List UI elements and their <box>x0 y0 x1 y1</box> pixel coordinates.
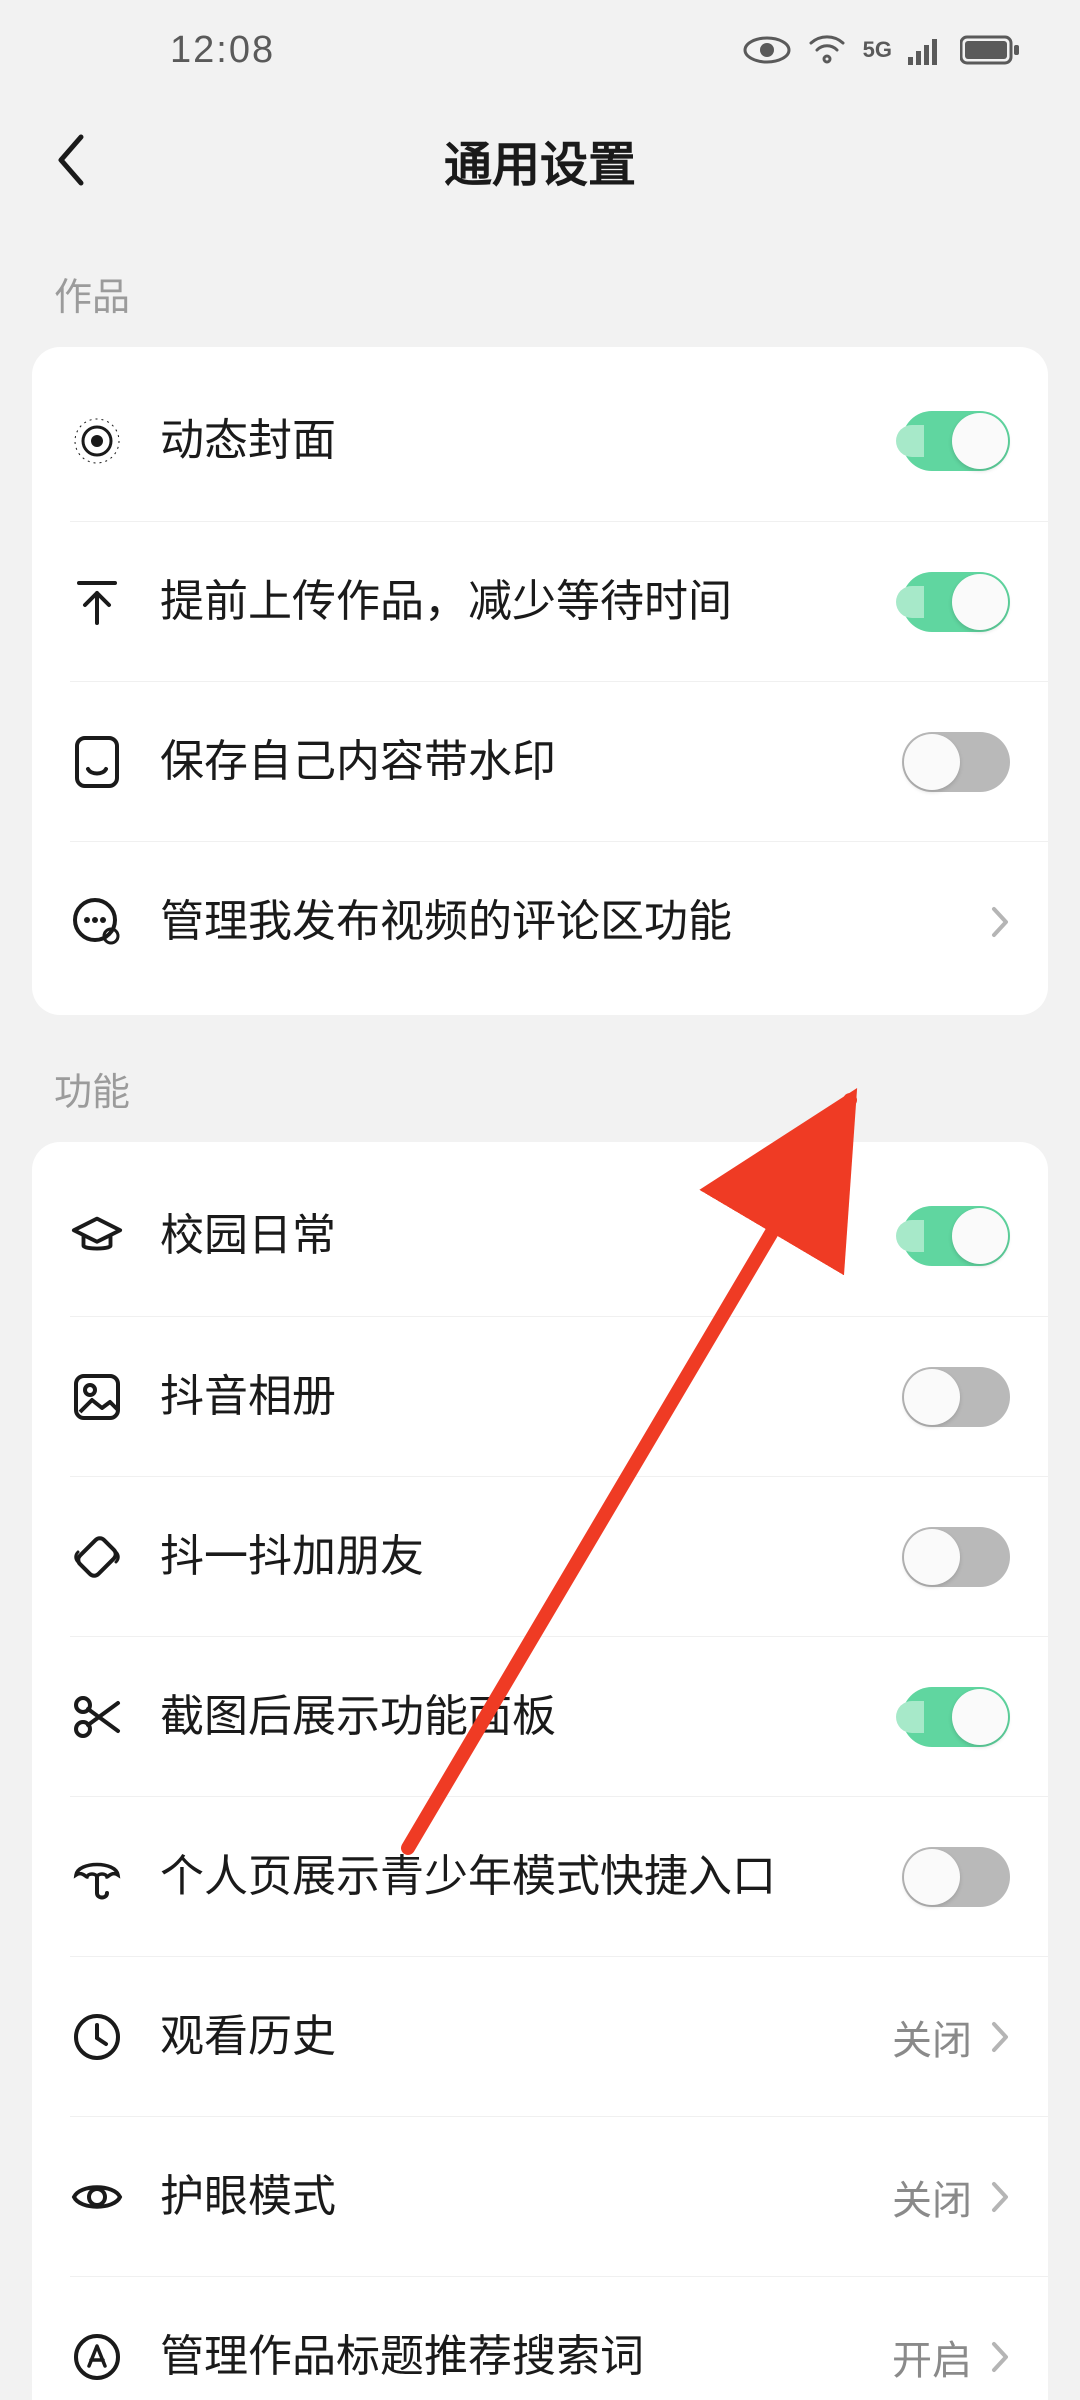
row-label: 管理作品标题推荐搜索词 <box>160 2328 892 2385</box>
row-label: 管理我发布视频的评论区功能 <box>160 893 990 950</box>
status-bar: 12:08 5G <box>0 0 1080 100</box>
eye-status-icon <box>743 35 791 65</box>
row-campus[interactable]: 校园日常 <box>70 1156 1048 1316</box>
umbrella-icon <box>70 1850 124 1904</box>
back-button[interactable] <box>30 120 110 200</box>
toggle-dynamic-cover[interactable] <box>902 411 1010 471</box>
battery-icon <box>960 35 1020 65</box>
row-label: 抖音相册 <box>160 1368 902 1425</box>
page-header: 通用设置 <box>0 100 1080 220</box>
row-label: 护眼模式 <box>160 2168 892 2225</box>
upload-icon <box>70 575 124 629</box>
chevron-right-icon <box>990 2020 1010 2054</box>
toggle-shake[interactable] <box>902 1527 1010 1587</box>
wifi-icon <box>807 34 847 66</box>
row-shake[interactable]: 抖一抖加朋友 <box>70 1476 1048 1636</box>
chevron-right-icon <box>990 2340 1010 2374</box>
image-icon <box>70 1370 124 1424</box>
row-value: 关闭 <box>892 2008 972 2066</box>
target-icon <box>70 414 124 468</box>
row-value: 关闭 <box>892 2168 972 2226</box>
row-dynamic-cover[interactable]: 动态封面 <box>70 361 1048 521</box>
eye-icon <box>70 2170 124 2224</box>
row-eye-care[interactable]: 护眼模式 关闭 <box>70 2116 1048 2276</box>
toggle-teen-entry[interactable] <box>902 1847 1010 1907</box>
shake-icon <box>70 1530 124 1584</box>
status-time: 12:08 <box>170 29 275 72</box>
toggle-album[interactable] <box>902 1367 1010 1427</box>
row-label: 截图后展示功能面板 <box>160 1688 902 1745</box>
row-comments-mgmt[interactable]: 管理我发布视频的评论区功能 <box>70 841 1048 1001</box>
chevron-right-icon <box>990 2180 1010 2214</box>
row-label: 个人页展示青少年模式快捷入口 <box>160 1848 902 1905</box>
clock-icon <box>70 2010 124 2064</box>
row-screenshot[interactable]: 截图后展示功能面板 <box>70 1636 1048 1796</box>
toggle-campus[interactable] <box>902 1206 1010 1266</box>
toggle-watermark[interactable] <box>902 732 1010 792</box>
section-title-works: 作品 <box>54 266 1048 321</box>
chevron-right-icon <box>990 905 1010 939</box>
row-watch-history[interactable]: 观看历史 关闭 <box>70 1956 1048 2116</box>
row-label: 抖一抖加朋友 <box>160 1528 902 1585</box>
row-watermark[interactable]: 保存自己内容带水印 <box>70 681 1048 841</box>
signal-icon <box>908 35 944 65</box>
comment-icon <box>70 895 124 949</box>
row-album[interactable]: 抖音相册 <box>70 1316 1048 1476</box>
scissors-icon <box>70 1690 124 1744</box>
row-teen-entry[interactable]: 个人页展示青少年模式快捷入口 <box>70 1796 1048 1956</box>
row-label: 观看历史 <box>160 2008 892 2065</box>
network-label: 5G <box>863 37 892 63</box>
graduation-icon <box>70 1209 124 1263</box>
toggle-pre-upload[interactable] <box>902 572 1010 632</box>
row-pre-upload[interactable]: 提前上传作品，减少等待时间 <box>70 521 1048 681</box>
letter-a-icon <box>70 2330 124 2384</box>
works-card: 动态封面 提前上传作品，减少等待时间 保存自己内容带水印 管理我发布视频的评论区… <box>32 347 1048 1015</box>
row-label: 保存自己内容带水印 <box>160 733 902 790</box>
row-label: 提前上传作品，减少等待时间 <box>160 573 902 630</box>
row-label: 校园日常 <box>160 1207 902 1264</box>
features-card: 校园日常 抖音相册 抖一抖加朋友 截图后展示功能面板 <box>32 1142 1048 2400</box>
row-title-reco[interactable]: 管理作品标题推荐搜索词 开启 <box>70 2276 1048 2400</box>
page-title: 通用设置 <box>444 125 636 195</box>
watermark-icon <box>70 735 124 789</box>
row-value: 开启 <box>892 2328 972 2386</box>
toggle-screenshot[interactable] <box>902 1687 1010 1747</box>
section-title-features: 功能 <box>54 1061 1048 1116</box>
row-label: 动态封面 <box>160 412 902 469</box>
